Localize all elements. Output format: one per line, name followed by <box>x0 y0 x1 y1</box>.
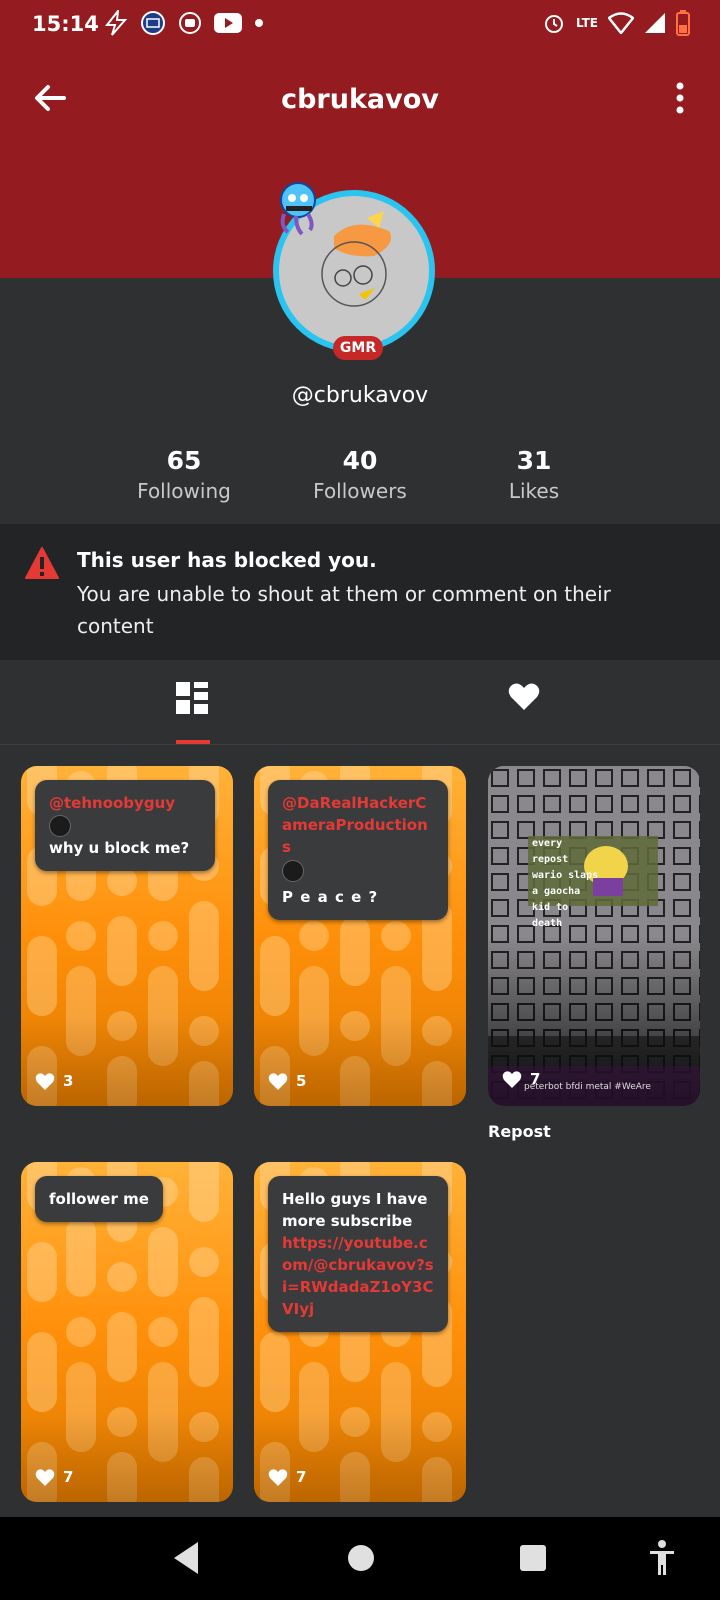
repost-overlay-text: every repost wario slaps a gaocha kid to… <box>532 838 599 929</box>
tabs-divider <box>0 744 720 745</box>
signal-icon <box>645 13 665 33</box>
system-nav-bar <box>0 1517 720 1600</box>
status-bar: 15:14 LTE <box>0 0 720 50</box>
battery-icon <box>676 10 690 36</box>
stat-following-label: Following <box>137 479 231 503</box>
profile-handle: @cbrukavov <box>291 383 429 408</box>
post-bubble: Hello guys I have more subscribe https:/… <box>268 1176 448 1332</box>
heart-icon <box>502 1071 522 1088</box>
octopus-sticker-icon <box>280 182 316 236</box>
youtube-icon <box>214 13 242 33</box>
repost-likes: 7 <box>502 1070 540 1088</box>
profile-stats: 65 Following 40 Followers 31 Likes <box>0 446 720 506</box>
status-system-icons: LTE <box>542 10 690 36</box>
stat-following-count: 65 <box>166 446 202 475</box>
accessibility-icon[interactable] <box>648 1539 676 1577</box>
profile-tabs <box>0 660 720 744</box>
post-like-count: 3 <box>63 1072 74 1090</box>
gmr-badge: GMR <box>333 336 383 360</box>
heart-icon <box>35 1073 55 1090</box>
stat-following[interactable]: 65 Following <box>104 446 264 503</box>
lte-indicator: LTE <box>575 16 598 30</box>
post-text: why u block me? <box>49 838 190 857</box>
mention-avatar <box>282 860 304 882</box>
post-likes: 7 <box>35 1468 73 1486</box>
post-link[interactable]: https://youtube.com/@cbrukavov?si=RWdada… <box>282 1232 434 1320</box>
wifi-icon <box>608 12 634 34</box>
page-title: cbrukavov <box>281 84 439 115</box>
post-like-count: 5 <box>296 1072 307 1090</box>
heart-icon <box>268 1073 288 1090</box>
repost-card[interactable]: every repost wario slaps a gaocha kid to… <box>488 766 700 1106</box>
stat-followers[interactable]: 40 Followers <box>280 446 440 503</box>
dot-icon <box>255 19 263 27</box>
blocked-title: This user has blocked you. <box>77 548 377 572</box>
post-mention[interactable]: @tehnoobyguy <box>49 794 175 812</box>
card-shade <box>254 1412 466 1502</box>
post-card[interactable]: @DaRealHackerCameraProductions P e a c e… <box>254 766 466 1106</box>
post-likes: 3 <box>35 1072 73 1090</box>
blocked-message: You are unable to shout at them or comme… <box>77 582 611 638</box>
alarm-icon <box>544 15 563 33</box>
grid-icon[interactable] <box>174 680 210 716</box>
post-mention[interactable]: @DaRealHackerCameraProductions <box>282 792 434 858</box>
repost-thumbnail <box>488 766 700 1106</box>
nav-recents-icon[interactable] <box>520 1545 546 1571</box>
cast-icon <box>179 12 201 34</box>
warning-icon <box>25 547 59 579</box>
post-bubble: @DaRealHackerCameraProductions P e a c e… <box>268 780 448 920</box>
post-text: Hello guys I have more subscribe <box>282 1190 428 1230</box>
heart-icon <box>268 1469 288 1486</box>
status-time: 15:14 <box>32 12 99 36</box>
stat-followers-count: 40 <box>342 446 378 475</box>
nav-back-icon[interactable] <box>170 1539 202 1577</box>
card-shade <box>21 1016 233 1106</box>
stat-likes-label: Likes <box>508 479 560 503</box>
post-card[interactable]: @tehnoobyguy why u block me? 3 <box>21 766 233 1106</box>
post-like-count: 7 <box>63 1468 74 1486</box>
post-card[interactable]: follower me 7 <box>21 1162 233 1502</box>
heart-icon <box>35 1469 55 1486</box>
repost-like-count: 7 <box>530 1070 541 1088</box>
nav-home-icon[interactable] <box>348 1545 374 1571</box>
stat-likes-count: 31 <box>516 446 552 475</box>
avatar[interactable]: GMR <box>270 180 450 360</box>
card-shade <box>21 1412 233 1502</box>
repost-label: Repost <box>488 1122 551 1141</box>
news-icon <box>141 11 165 35</box>
post-card[interactable]: Hello guys I have more subscribe https:/… <box>254 1162 466 1502</box>
post-like-count: 7 <box>296 1468 307 1486</box>
bolt-icon <box>104 10 128 36</box>
post-likes: 5 <box>268 1072 306 1090</box>
post-bubble: follower me <box>35 1176 163 1222</box>
stat-followers-label: Followers <box>313 479 407 503</box>
more-vertical-icon[interactable] <box>672 80 688 116</box>
mention-avatar <box>49 814 71 837</box>
post-bubble: @tehnoobyguy why u block me? <box>35 780 215 871</box>
post-text: follower me <box>49 1190 149 1208</box>
post-likes: 7 <box>268 1468 306 1486</box>
heart-icon[interactable] <box>508 682 540 712</box>
post-text: P e a c e ? <box>282 888 379 906</box>
status-notification-icons <box>104 10 264 36</box>
card-shade <box>254 1016 466 1106</box>
repost-caption: peterbot bfdi metal #WeAre <box>524 1082 651 1092</box>
blocked-notice: This user has blocked you. You are unabl… <box>0 524 720 660</box>
stat-likes[interactable]: 31 Likes <box>454 446 614 503</box>
